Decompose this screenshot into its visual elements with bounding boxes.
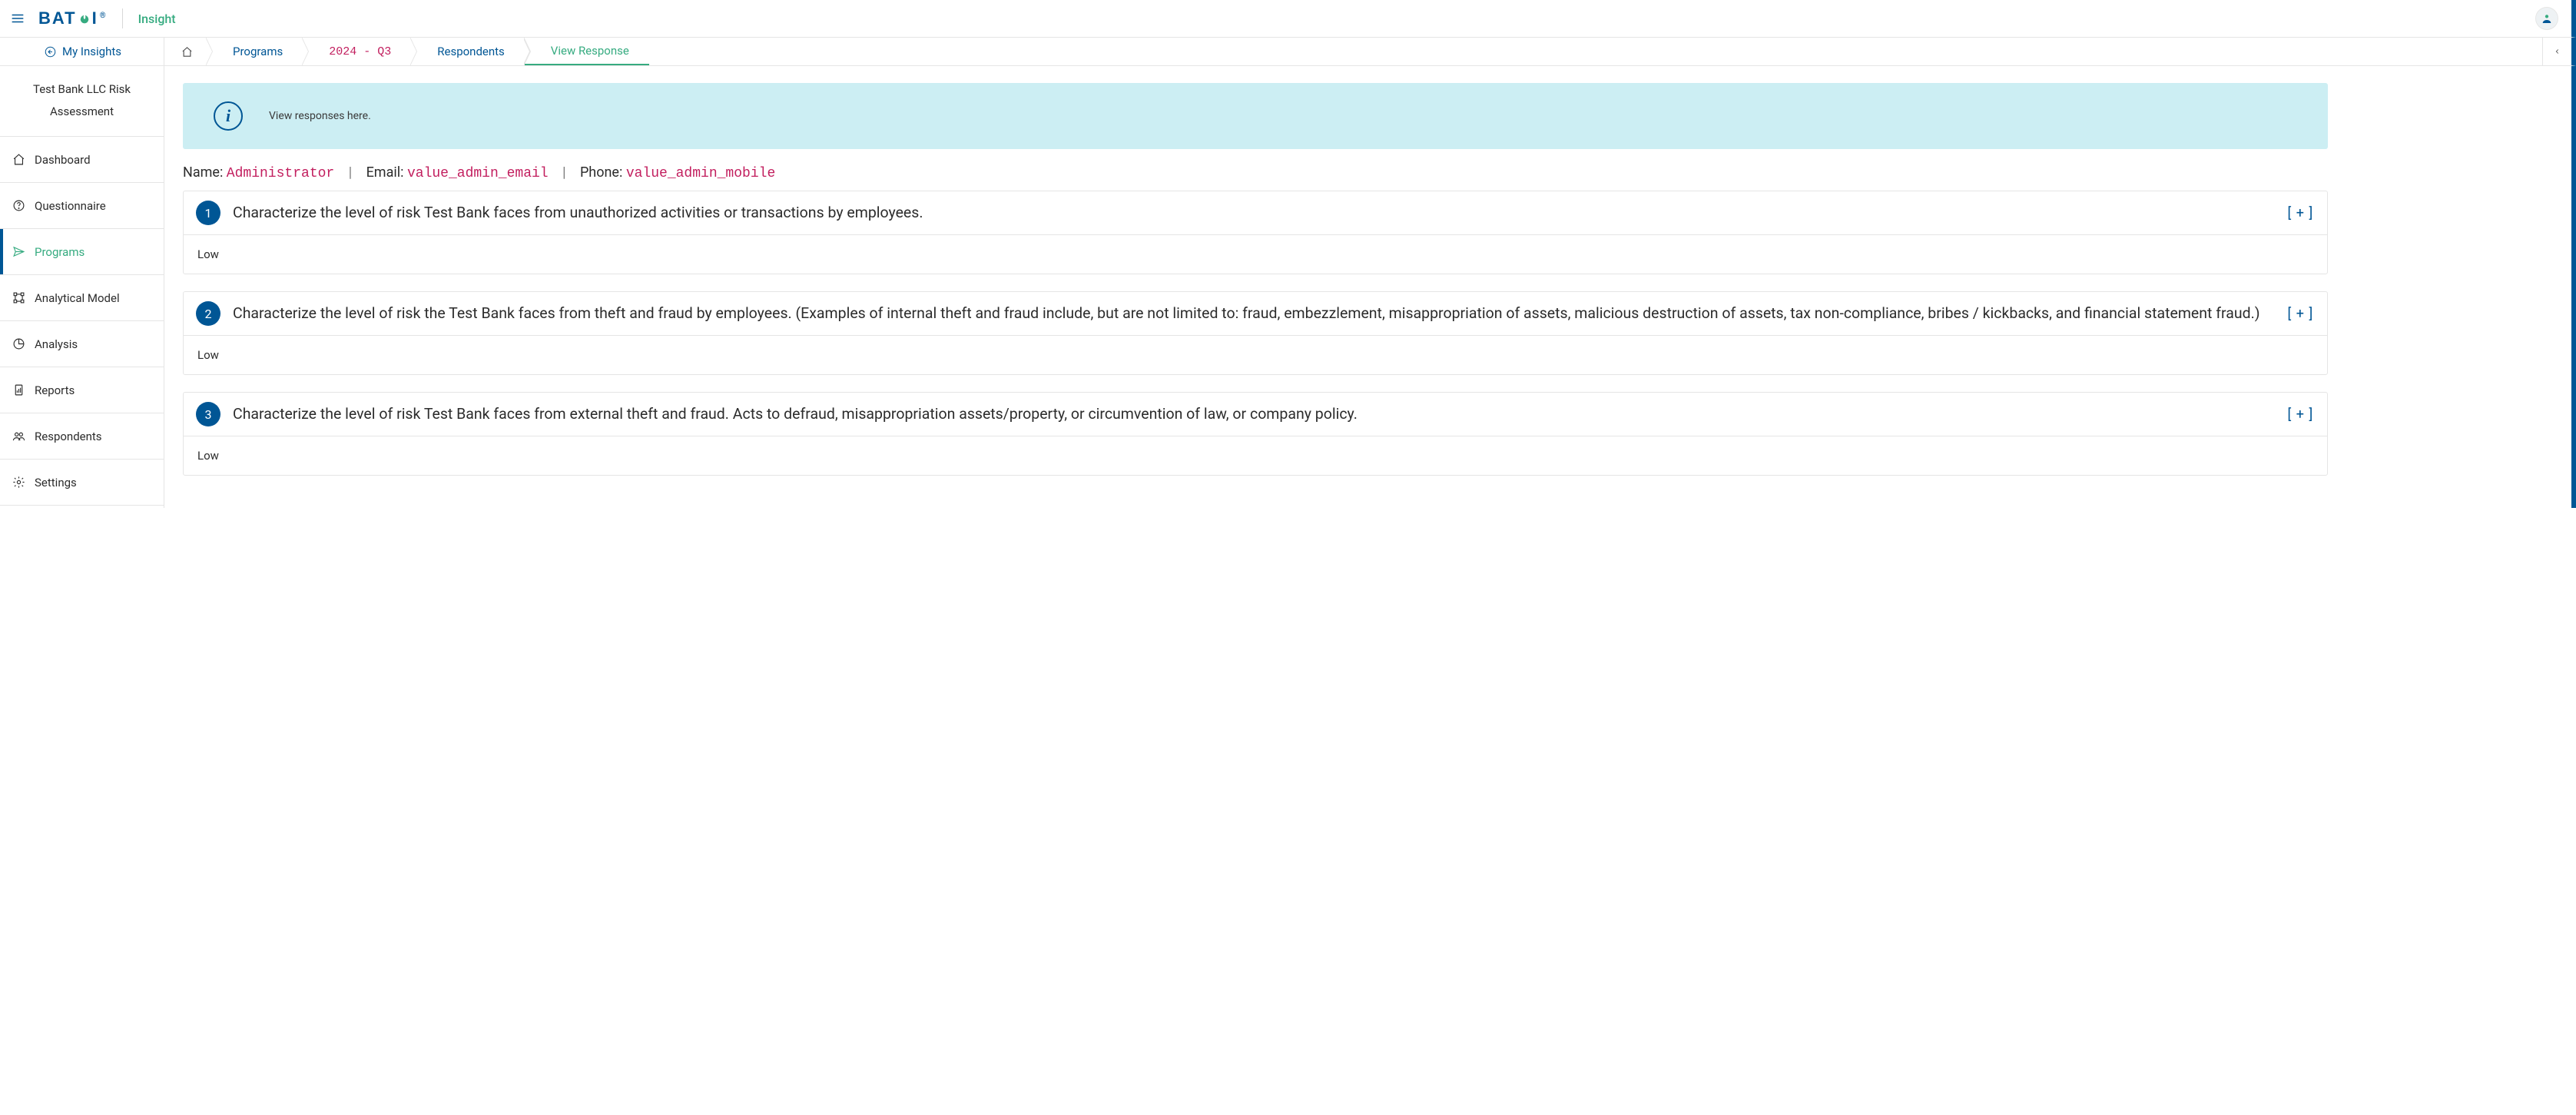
question-number: 2 (196, 301, 220, 326)
sidebar-item-dashboard[interactable]: Dashboard (0, 137, 164, 183)
sidebar-item-label: Analysis (35, 337, 78, 351)
sidebar-item-label: Respondents (35, 430, 102, 443)
sidebar-item-analysis[interactable]: Analysis (0, 321, 164, 367)
nodes-icon (12, 291, 25, 304)
users-icon (12, 430, 25, 443)
brand-name-part1: BAT (38, 8, 77, 28)
question-header: 1 Characterize the level of risk Test Ba… (184, 191, 2327, 235)
my-insights-link[interactable]: My Insights (45, 45, 121, 58)
sidebar-item-label: Reports (35, 383, 75, 397)
help-circle-icon (12, 199, 25, 212)
brand-leaf-icon (79, 13, 90, 24)
brand-registered: ® (100, 12, 107, 20)
sidebar-item-programs[interactable]: Programs (0, 229, 164, 275)
name-label: Name: (183, 164, 223, 181)
expand-toggle[interactable]: [ + ] (2273, 205, 2314, 221)
question-header: 3 Characterize the level of risk Test Ba… (184, 393, 2327, 436)
question-text: Characterize the level of risk Test Bank… (233, 202, 2260, 224)
expand-toggle[interactable]: [ + ] (2273, 306, 2314, 322)
my-insights-label: My Insights (62, 45, 121, 58)
back-arrow-icon (45, 46, 56, 58)
my-insights-cell: My Insights (0, 38, 164, 65)
brand-product: Insight (138, 12, 176, 26)
question-answer: Low (184, 235, 2327, 274)
pie-chart-icon (12, 337, 25, 350)
question-answer: Low (184, 436, 2327, 475)
breadcrumb-period-label: 2024 - Q3 (329, 45, 391, 58)
breadcrumb-period[interactable]: 2024 - Q3 (303, 38, 411, 65)
respondent-meta: Name: Administrator | Email: value_admin… (183, 163, 2328, 191)
question-card: 1 Characterize the level of risk Test Ba… (183, 191, 2328, 274)
sidebar-item-label: Dashboard (35, 153, 91, 167)
sidebar: Test Bank LLC Risk Assessment Dashboard … (0, 66, 164, 508)
secondary-bar: My Insights Programs 2024 - Q3 Responden… (0, 38, 2576, 66)
collapse-panel-button[interactable] (2542, 38, 2571, 65)
home-icon (12, 153, 25, 166)
brand-logo: BAT I ® (38, 8, 107, 28)
gear-icon (12, 476, 25, 489)
question-header: 2 Characterize the level of risk the Tes… (184, 292, 2327, 336)
meta-separator: | (349, 164, 352, 181)
sidebar-item-label: Settings (35, 476, 77, 489)
sidebar-item-label: Questionnaire (35, 199, 106, 213)
breadcrumb-respondents-label: Respondents (437, 45, 505, 58)
top-header-left: BAT I ® Insight (11, 8, 176, 28)
question-answer: Low (184, 336, 2327, 374)
info-banner: i View responses here. (183, 83, 2328, 149)
sidebar-item-questionnaire[interactable]: Questionnaire (0, 183, 164, 229)
question-text: Characterize the level of risk the Test … (233, 303, 2260, 324)
avatar-icon (2541, 12, 2553, 25)
question-card: 2 Characterize the level of risk the Tes… (183, 291, 2328, 375)
sidebar-item-analytical-model[interactable]: Analytical Model (0, 275, 164, 321)
top-header: BAT I ® Insight (0, 0, 2576, 38)
question-card: 3 Characterize the level of risk Test Ba… (183, 392, 2328, 476)
send-icon (12, 245, 25, 258)
sidebar-item-reports[interactable]: Reports (0, 367, 164, 413)
breadcrumb-respondents[interactable]: Respondents (411, 38, 525, 65)
email-label: Email: (366, 164, 404, 181)
menu-icon[interactable] (11, 12, 25, 25)
brand-name-part2: I (92, 8, 98, 28)
sidebar-item-respondents[interactable]: Respondents (0, 413, 164, 460)
breadcrumb-view-response-label: View Response (551, 44, 629, 58)
main-content: i View responses here. Name: Administrat… (164, 66, 2345, 508)
breadcrumb-view-response[interactable]: View Response (525, 38, 649, 65)
meta-separator: | (562, 164, 565, 181)
question-text: Characterize the level of risk Test Bank… (233, 403, 2260, 425)
info-icon: i (214, 101, 243, 131)
expand-toggle[interactable]: [ + ] (2273, 407, 2314, 423)
chevron-left-icon (2554, 47, 2561, 56)
phone-value: value_admin_mobile (626, 166, 775, 181)
question-number: 1 (196, 201, 220, 225)
home-icon (181, 46, 193, 58)
info-banner-text: View responses here. (269, 110, 371, 122)
sidebar-item-settings[interactable]: Settings (0, 460, 164, 506)
report-icon (12, 383, 25, 397)
user-avatar[interactable] (2536, 8, 2558, 29)
breadcrumb-home[interactable] (164, 38, 207, 65)
breadcrumb-programs[interactable]: Programs (207, 38, 303, 65)
name-value: Administrator (227, 166, 334, 181)
breadcrumb-programs-label: Programs (233, 45, 283, 58)
sidebar-title: Test Bank LLC Risk Assessment (0, 66, 164, 137)
phone-label: Phone: (580, 164, 622, 181)
question-number: 3 (196, 402, 220, 426)
layout: Test Bank LLC Risk Assessment Dashboard … (0, 66, 2345, 508)
email-value: value_admin_email (407, 166, 549, 181)
brand[interactable]: BAT I ® Insight (38, 8, 176, 28)
sidebar-item-label: Analytical Model (35, 291, 120, 305)
scrollbar[interactable] (2571, 66, 2576, 508)
breadcrumb: Programs 2024 - Q3 Respondents View Resp… (164, 38, 2542, 65)
sidebar-item-label: Programs (35, 245, 85, 259)
brand-divider (122, 8, 123, 28)
